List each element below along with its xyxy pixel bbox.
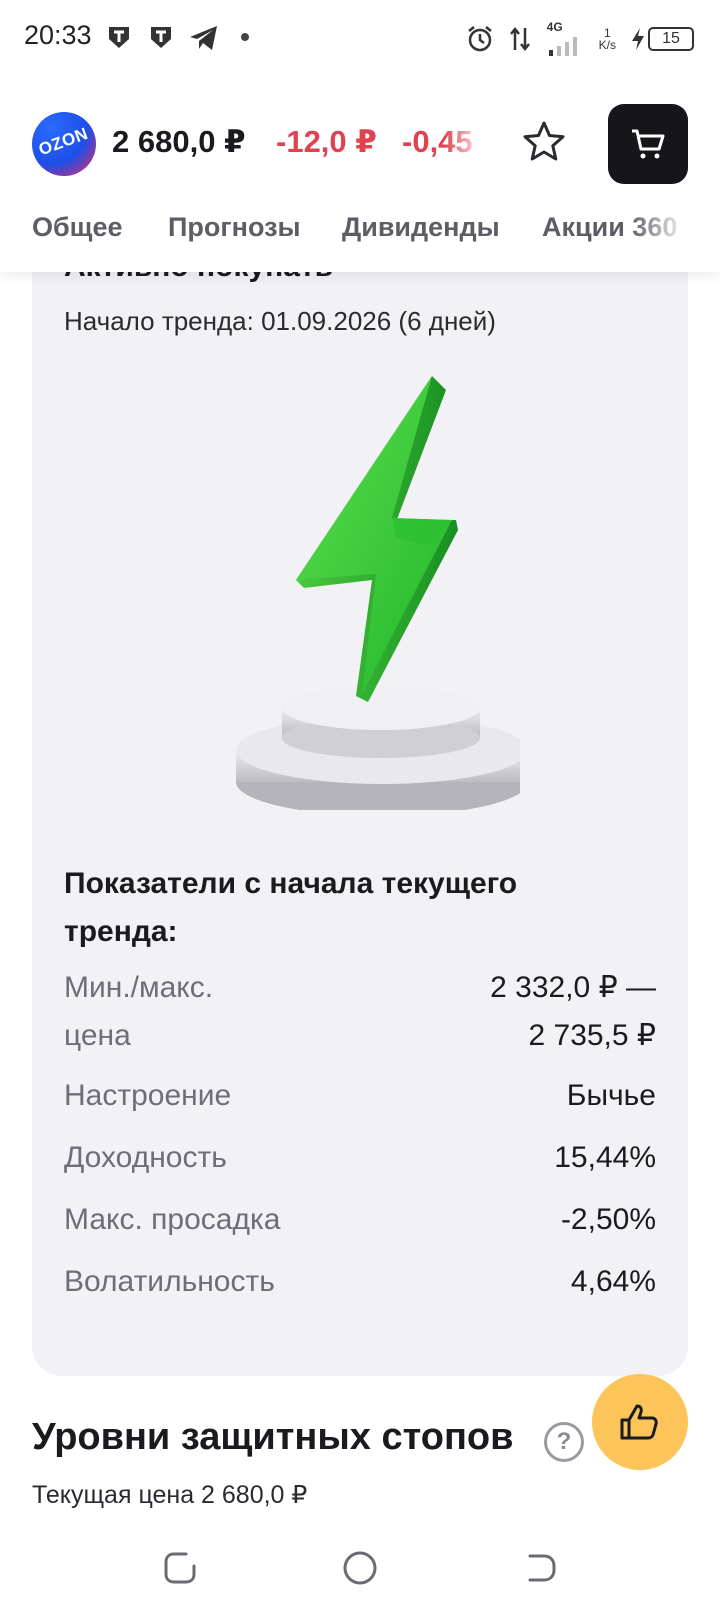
battery-level: 15	[648, 27, 694, 51]
status-bar: 20:33 4G 1 K/s 15	[0, 0, 720, 76]
company-logo: OZON	[32, 112, 96, 176]
metric-label: Мин./макс. цена	[64, 964, 213, 1060]
current-price-line: Текущая цена 2 680,0 ₽	[32, 1481, 308, 1509]
star-icon[interactable]	[520, 118, 568, 166]
metric-value: 4,64%	[570, 1265, 656, 1298]
metric-value-line1: 2 332,0 ₽ —	[490, 971, 656, 1004]
price-change-abs: -12,0 ₽	[276, 124, 377, 159]
recent-apps-icon[interactable]	[156, 1544, 204, 1592]
current-price: 2 680,0 ₽	[112, 124, 246, 159]
metrics-title: Показатели с начала текущего тренда:	[64, 867, 518, 948]
metric-row-volatility: Волатильность 4,64%	[64, 1258, 656, 1306]
metric-value: 2 332,0 ₽ — 2 735,5 ₽	[490, 964, 656, 1060]
tab-bar: Общее Прогнозы Дивиденды Акции 360	[0, 196, 720, 272]
cart-icon	[632, 129, 665, 159]
metric-row-sentiment: Настроение Бычье	[64, 1072, 656, 1120]
alarm-icon	[467, 26, 492, 52]
status-right-group: 4G 1 K/s 15	[465, 20, 694, 56]
data-transfer-icon	[509, 26, 530, 52]
tab-forecasts[interactable]: Прогнозы	[168, 212, 301, 243]
metric-label: Волатильность	[64, 1265, 275, 1298]
lightning-pedestal-illustration	[236, 376, 520, 810]
telegram-icon	[190, 26, 217, 50]
cart-button[interactable]	[608, 104, 688, 184]
stock-header: OZON 2 680,0 ₽ -12,0 ₽ -0,45	[0, 96, 720, 192]
more-notifications-dot-icon	[241, 33, 249, 41]
metric-label-line1: Мин./макс.	[64, 971, 214, 1004]
tab-shares-360[interactable]: Акции 360	[542, 212, 688, 243]
logo-text: OZON	[36, 123, 91, 160]
metric-value: 15,44%	[554, 1141, 656, 1174]
price-change-pct: -0,45	[402, 124, 473, 159]
metric-label: Настроение	[64, 1079, 232, 1112]
network-speed: 1 K/s	[599, 27, 616, 51]
trend-start-date: Начало тренда: 01.09.2026 (6 дней)	[64, 306, 496, 336]
charging-bolt-icon	[632, 28, 644, 50]
back-icon[interactable]	[516, 1544, 564, 1592]
t-app-notification-icon	[151, 27, 171, 48]
like-button[interactable]	[592, 1374, 688, 1470]
metric-row-minmax: Мин./макс. цена 2 332,0 ₽ — 2 735,5 ₽	[64, 964, 656, 1060]
section-title-stops: Уровни защитных стопов	[32, 1416, 514, 1458]
network-speed-unit: K/s	[598, 38, 616, 52]
metric-label: Макс. просадка	[64, 1203, 281, 1236]
metric-value: -2,50%	[560, 1203, 656, 1236]
thumbs-up-icon	[620, 1404, 658, 1440]
signal-4g-icon: 4G	[545, 20, 585, 56]
metric-value-line2: 2 735,5 ₽	[528, 1019, 656, 1052]
metric-row-drawdown: Макс. просадка -2,50%	[64, 1196, 656, 1244]
system-nav-bar	[0, 1530, 720, 1612]
metric-label: Доходность	[64, 1141, 227, 1174]
home-icon[interactable]	[336, 1544, 384, 1592]
help-icon[interactable]: ?	[544, 1422, 584, 1462]
metric-label-line2: цена	[64, 1019, 131, 1052]
status-time: 20:33	[24, 20, 92, 50]
metric-row-return: Доходность 15,44%	[64, 1134, 656, 1182]
metric-value: Бычье	[566, 1079, 656, 1112]
t-app-notification-icon	[109, 27, 129, 48]
battery-indicator: 15	[630, 27, 694, 51]
network-type: 4G	[546, 20, 563, 34]
tab-general[interactable]: Общее	[32, 212, 123, 243]
trend-card: Активно покупать Начало тренда: 01.09.20…	[32, 230, 688, 1376]
tab-dividends[interactable]: Дивиденды	[342, 212, 500, 243]
